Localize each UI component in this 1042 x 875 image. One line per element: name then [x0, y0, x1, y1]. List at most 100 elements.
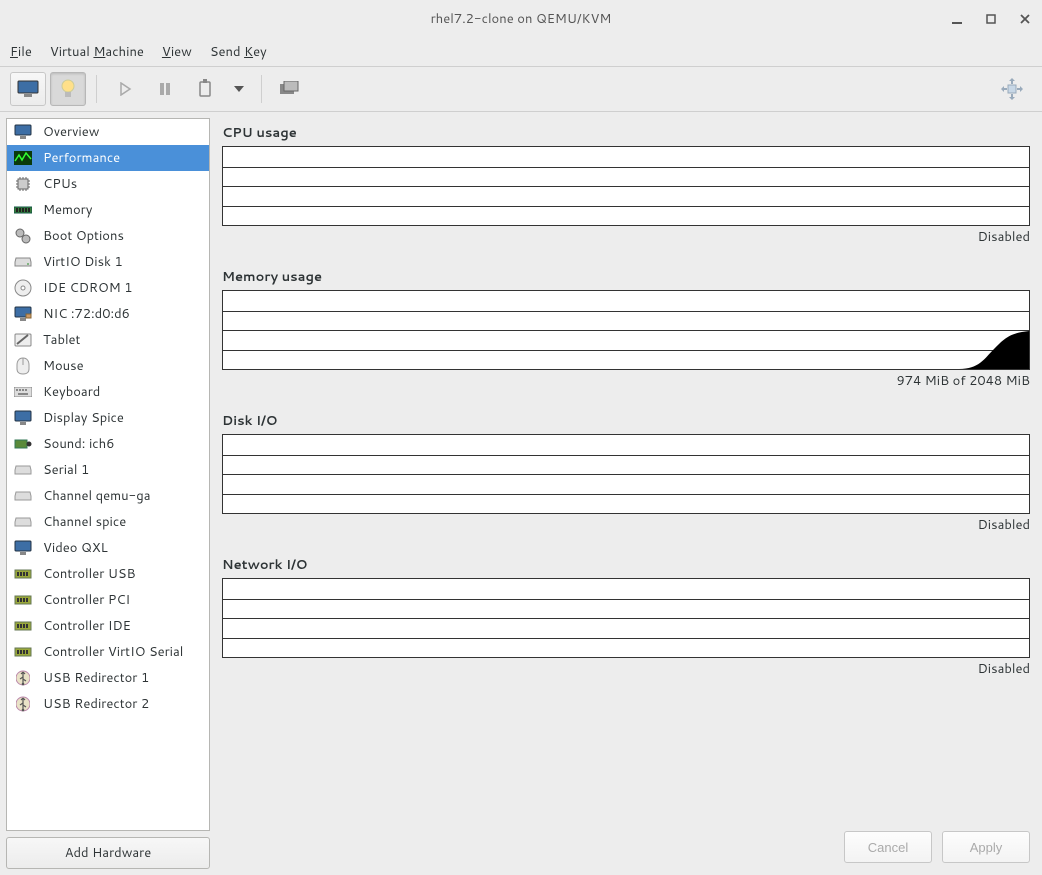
sidebar-item-controller-usb[interactable]: Controller USB [7, 561, 209, 587]
hardware-list[interactable]: OverviewPerformance CPUs Memory Boot Option… [6, 118, 210, 831]
controller-icon [13, 590, 33, 610]
sidebar-item-label: IDE CDROM 1 [43, 279, 133, 297]
menu-view[interactable]: View [162, 43, 192, 61]
network-io-title: Network I/O [222, 556, 1030, 574]
sidebar-item-label: Channel qemu-ga [43, 487, 151, 505]
sidebar-item-label: VirtIO Disk 1 [43, 253, 123, 271]
sidebar-item-virtio-disk-1[interactable]: VirtIO Disk 1 [7, 249, 209, 275]
sidebar-item-label: Memory [43, 201, 92, 219]
sidebar-item-boot-options[interactable]: Boot Options [7, 223, 209, 249]
snapshots-icon [280, 81, 300, 97]
sidebar-item-usb-redirector-1[interactable]: USB Redirector 1 [7, 665, 209, 691]
cpu-usage-block: CPU usage Disabled [222, 124, 1030, 246]
sidebar-item-label: Serial 1 [43, 461, 89, 479]
sidebar-item-usb-redirector-2[interactable]: USB Redirector 2 [7, 691, 209, 717]
menu-send-key[interactable]: Send Key [210, 43, 267, 61]
monitor-icon [17, 80, 39, 98]
sidebar-item-label: Channel spice [43, 513, 126, 531]
network-io-block: Network I/O Disabled [222, 556, 1030, 678]
sidebar-item-channel-qemu-ga[interactable]: Channel qemu-ga [7, 483, 209, 509]
sidebar-item-label: Tablet [43, 331, 80, 349]
menu-file[interactable]: File [10, 43, 32, 61]
sidebar-item-serial-1[interactable]: Serial 1 [7, 457, 209, 483]
memory-usage-block: Memory usage 974 MiB of 2048 MiB [222, 268, 1030, 390]
sidebar-item-label: Mouse [43, 357, 84, 375]
sidebar-item-label: CPUs [43, 175, 77, 193]
memory-usage-graph [222, 290, 1030, 370]
controller-icon [13, 564, 33, 584]
sidebar-item-tablet[interactable]: Tablet [7, 327, 209, 353]
network-io-graph [222, 578, 1030, 658]
memory-usage-status: 974 MiB of 2048 MiB [222, 372, 1030, 390]
sidebar-item-memory[interactable]: Memory [7, 197, 209, 223]
maximize-icon[interactable] [984, 12, 998, 26]
sidebar-column: OverviewPerformance CPUs Memory Boot Option… [6, 118, 210, 869]
cpu-usage-title: CPU usage [222, 124, 1030, 142]
menu-virtual-machine[interactable]: Virtual Machine [50, 43, 144, 61]
sidebar-item-label: USB Redirector 1 [43, 669, 149, 687]
sidebar-item-label: Controller PCI [43, 591, 130, 609]
minimize-icon[interactable] [950, 12, 964, 26]
pause-button[interactable] [147, 72, 183, 106]
sidebar-item-label: Controller VirtIO Serial [43, 643, 183, 661]
serial-icon [13, 460, 33, 480]
sidebar-item-cpus[interactable]: CPUs [7, 171, 209, 197]
disk-io-status: Disabled [222, 516, 1030, 534]
details-view-button[interactable] [50, 72, 86, 106]
sidebar-item-overview[interactable]: Overview [7, 119, 209, 145]
play-button[interactable] [107, 72, 143, 106]
sidebar-item-controller-ide[interactable]: Controller IDE [7, 613, 209, 639]
sidebar-item-channel-spice[interactable]: Channel spice [7, 509, 209, 535]
sidebar-item-label: NIC :72:d0:d6 [43, 305, 130, 323]
usb-icon [13, 694, 33, 714]
sidebar-item-performance[interactable]: Performance [7, 145, 209, 171]
chevron-down-icon [234, 86, 244, 92]
disk-io-block: Disk I/O Disabled [222, 412, 1030, 534]
separator [96, 75, 97, 103]
cancel-button[interactable]: Cancel [844, 831, 932, 863]
sidebar-item-label: Video QXL [43, 539, 108, 557]
memory-fill-shape [929, 329, 1029, 369]
apply-button[interactable]: Apply [942, 831, 1030, 863]
lightbulb-icon [59, 78, 77, 100]
snapshots-button[interactable] [272, 72, 308, 106]
keyboard-icon [13, 382, 33, 402]
controller-icon [13, 616, 33, 636]
sidebar-item-label: Boot Options [43, 227, 124, 245]
sidebar-item-ide-cdrom-1[interactable]: IDE CDROM 1 [7, 275, 209, 301]
controller-icon [13, 642, 33, 662]
sidebar-item-controller-virtio-serial[interactable]: Controller VirtIO Serial [7, 639, 209, 665]
separator [261, 75, 262, 103]
shutdown-menu-caret[interactable] [227, 72, 251, 106]
sidebar-item-nic-72-d0-d6[interactable]: NIC :72:d0:d6 [7, 301, 209, 327]
pause-icon [158, 82, 172, 96]
sidebar-item-display-spice[interactable]: Display Spice [7, 405, 209, 431]
add-hardware-button[interactable]: Add Hardware [6, 837, 210, 869]
sidebar-item-sound-ich6[interactable]: Sound: ich6 [7, 431, 209, 457]
cdrom-icon [13, 278, 33, 298]
console-view-button[interactable] [10, 72, 46, 106]
menubar: File Virtual Machine View Send Key [0, 38, 1042, 66]
action-footer: Cancel Apply [844, 831, 1030, 863]
disk-io-graph [222, 434, 1030, 514]
sidebar-item-mouse[interactable]: Mouse [7, 353, 209, 379]
sidebar-item-keyboard[interactable]: Keyboard [7, 379, 209, 405]
close-icon[interactable] [1018, 12, 1032, 26]
disk-icon [13, 252, 33, 272]
display-icon [13, 408, 33, 428]
fullscreen-button[interactable] [994, 72, 1030, 106]
sidebar-item-video-qxl[interactable]: Video QXL [7, 535, 209, 561]
sidebar-item-label: Keyboard [43, 383, 100, 401]
window-title: rhel7.2-clone on QEMU/KVM [431, 10, 612, 28]
memory-usage-title: Memory usage [222, 268, 1030, 286]
serial-icon [13, 486, 33, 506]
shutdown-button[interactable] [187, 72, 223, 106]
sidebar-item-controller-pci[interactable]: Controller PCI [7, 587, 209, 613]
sidebar-item-label: USB Redirector 2 [43, 695, 149, 713]
sidebar-item-label: Controller IDE [43, 617, 131, 635]
sound-icon [13, 434, 33, 454]
main-area: OverviewPerformance CPUs Memory Boot Option… [0, 112, 1042, 875]
performance-pane: CPU usage Disabled Memory usage 974 MiB … [216, 118, 1036, 869]
mouse-icon [13, 356, 33, 376]
play-icon [118, 82, 132, 96]
